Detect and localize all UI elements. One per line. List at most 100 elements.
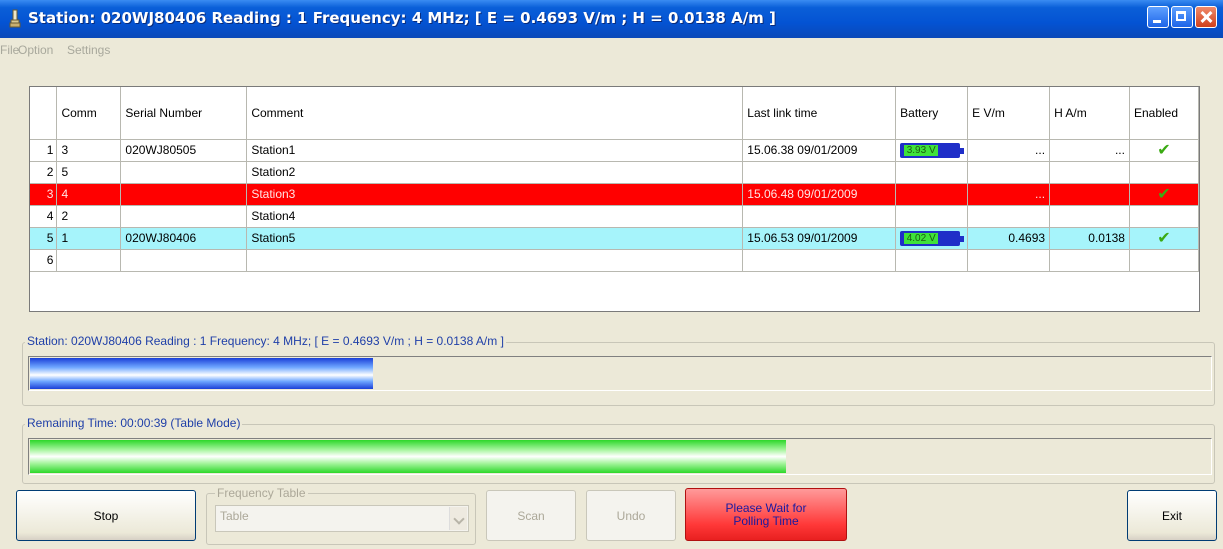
cell-serial[interactable]: 020WJ80505 xyxy=(120,139,248,162)
cell-serial[interactable] xyxy=(120,183,248,206)
cell-enabled[interactable] xyxy=(1129,249,1199,272)
frequency-table-label: Frequency Table xyxy=(215,486,308,500)
cell-serial[interactable] xyxy=(120,205,248,228)
title-bar[interactable]: Station: 020WJ80406 Reading : 1 Frequenc… xyxy=(0,0,1223,38)
cell-comm[interactable]: 3 xyxy=(56,139,122,162)
cell-h: ... xyxy=(1049,139,1130,162)
cell-comm[interactable]: 1 xyxy=(56,227,122,250)
cell-comment[interactable]: Station2 xyxy=(246,161,744,184)
cell-enabled[interactable]: ✔ xyxy=(1129,183,1199,206)
cell-enabled[interactable]: ✔ xyxy=(1129,139,1199,162)
row-number: 4 xyxy=(30,205,58,228)
header-comment[interactable]: Comment xyxy=(246,87,744,140)
frequency-table-value: Table xyxy=(220,509,249,523)
reading-progress-group: Station: 020WJ80406 Reading : 1 Frequenc… xyxy=(22,334,1215,406)
reading-progress-label: Station: 020WJ80406 Reading : 1 Frequenc… xyxy=(25,334,506,348)
header-h-am[interactable]: H A/m xyxy=(1049,87,1130,140)
antenna-icon xyxy=(9,9,21,28)
cell-e: ... xyxy=(967,139,1051,162)
close-button[interactable] xyxy=(1195,6,1217,28)
cell-last-link: 15.06.38 09/01/2009 xyxy=(742,139,897,162)
menu-bar: File Option Settings xyxy=(0,41,1223,59)
cell-h: 0.0138 xyxy=(1049,227,1130,250)
cell-comm[interactable]: 4 xyxy=(56,183,122,206)
battery-level: 3.93 V xyxy=(904,144,939,156)
header-last-link-time[interactable]: Last link time xyxy=(742,87,897,140)
row-number: 1 xyxy=(30,139,58,162)
scan-button[interactable]: Scan xyxy=(486,490,576,541)
cell-last-link: 15.06.53 09/01/2009 xyxy=(742,227,897,250)
row-number: 5 xyxy=(30,227,58,250)
polling-wait-line2: Polling Time xyxy=(733,513,799,528)
cell-last-link: 15.06.48 09/01/2009 xyxy=(742,183,897,206)
table-header-row: Comm Serial Number Comment Last link tim… xyxy=(30,87,1199,140)
cell-comm[interactable]: 5 xyxy=(56,161,122,184)
header-battery[interactable]: Battery xyxy=(895,87,969,140)
exit-button[interactable]: Exit xyxy=(1127,490,1217,541)
remaining-time-group: Remaining Time: 00:00:39 (Table Mode) xyxy=(22,416,1215,484)
cell-comment[interactable]: Station3 xyxy=(246,183,744,206)
menu-option[interactable]: Option xyxy=(18,43,53,57)
cell-last-link xyxy=(742,205,897,228)
stop-button[interactable]: Stop xyxy=(16,490,196,541)
cell-battery xyxy=(895,205,969,228)
cell-last-link xyxy=(742,161,897,184)
reading-progress-fill xyxy=(30,358,373,389)
cell-comment[interactable] xyxy=(246,249,744,272)
polling-wait-line1: Please Wait for xyxy=(725,500,807,515)
header-comm[interactable]: Comm xyxy=(56,87,122,140)
cell-comment[interactable]: Station5 xyxy=(246,227,744,250)
table-row[interactable]: 3 4 Station3 15.06.48 09/01/2009 ... ✔ xyxy=(30,183,1199,206)
table-row[interactable]: 1 3 020WJ80505 Station1 15.06.38 09/01/2… xyxy=(30,139,1199,162)
remaining-time-fill xyxy=(30,440,787,473)
cell-comm[interactable] xyxy=(56,249,122,272)
cell-e xyxy=(967,161,1051,184)
cell-enabled[interactable] xyxy=(1129,205,1199,228)
minimize-button[interactable] xyxy=(1147,6,1169,28)
polling-wait-button[interactable]: Please Wait for Polling Time xyxy=(685,488,847,541)
header-enabled[interactable]: Enabled xyxy=(1129,87,1199,140)
maximize-button[interactable] xyxy=(1171,6,1193,28)
header-serial-number[interactable]: Serial Number xyxy=(120,87,248,140)
cell-battery xyxy=(895,161,969,184)
cell-battery xyxy=(895,249,969,272)
cell-e: 0.4693 xyxy=(967,227,1051,250)
cell-e xyxy=(967,249,1051,272)
window-title: Station: 020WJ80406 Reading : 1 Frequenc… xyxy=(28,9,776,27)
cell-h xyxy=(1049,205,1130,228)
table-row[interactable]: 4 2 Station4 xyxy=(30,205,1199,228)
cell-comment[interactable]: Station4 xyxy=(246,205,744,228)
row-number: 3 xyxy=(30,183,58,206)
checkmark-icon: ✔ xyxy=(1157,142,1171,159)
row-number: 6 xyxy=(30,249,58,272)
frequency-table-select[interactable]: Table xyxy=(215,505,469,532)
remaining-time-label: Remaining Time: 00:00:39 (Table Mode) xyxy=(25,416,243,430)
cell-comment[interactable]: Station1 xyxy=(246,139,744,162)
menu-settings[interactable]: Settings xyxy=(67,43,110,57)
cell-serial[interactable] xyxy=(120,249,248,272)
cell-battery: 4.02 V xyxy=(895,227,969,250)
table-row[interactable]: 6 xyxy=(30,249,1199,272)
header-e-vm[interactable]: E V/m xyxy=(967,87,1051,140)
remaining-time-bar xyxy=(28,438,1212,475)
battery-icon: 4.02 V xyxy=(900,230,965,246)
cell-enabled[interactable]: ✔ xyxy=(1129,227,1199,250)
cell-serial[interactable] xyxy=(120,161,248,184)
stations-grid[interactable]: Comm Serial Number Comment Last link tim… xyxy=(29,86,1200,312)
cell-enabled[interactable] xyxy=(1129,161,1199,184)
chevron-down-icon[interactable] xyxy=(449,507,467,530)
cell-serial[interactable]: 020WJ80406 xyxy=(120,227,248,250)
cell-e xyxy=(967,205,1051,228)
cell-comm[interactable]: 2 xyxy=(56,205,122,228)
table-row[interactable]: 5 1 020WJ80406 Station5 15.06.53 09/01/2… xyxy=(30,227,1199,250)
undo-button[interactable]: Undo xyxy=(586,490,676,541)
row-number: 2 xyxy=(30,161,58,184)
table-row[interactable]: 2 5 Station2 xyxy=(30,161,1199,184)
cell-e: ... xyxy=(967,183,1051,206)
menu-file[interactable]: File xyxy=(0,43,19,57)
reading-progress-bar xyxy=(28,356,1212,391)
cell-battery: 3.93 V xyxy=(895,139,969,162)
battery-icon: 3.93 V xyxy=(900,142,965,158)
frequency-table-group: Frequency Table Table xyxy=(206,486,476,545)
checkmark-icon: ✔ xyxy=(1157,230,1171,247)
